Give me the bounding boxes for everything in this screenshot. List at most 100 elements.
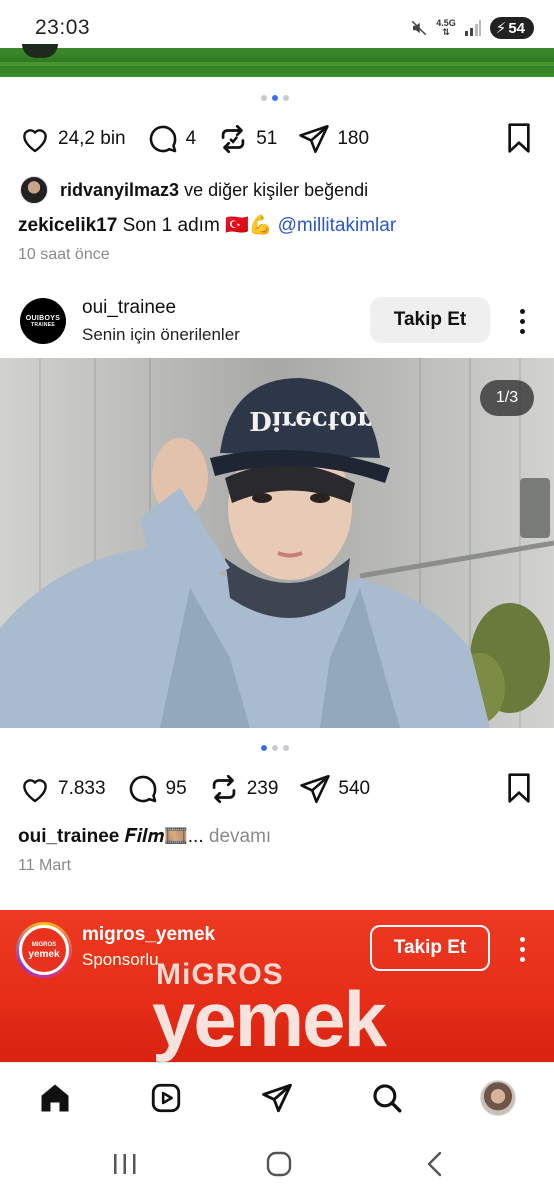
post2-save-button[interactable] [505,772,533,809]
post2-caption-more[interactable]: devamı [209,826,271,847]
post2-caption-user[interactable]: oui_trainee [18,826,119,847]
post2-caption: oui_trainee 𝑭𝒊𝒍𝒎🎞️... devamı [18,824,271,848]
post1-action-row: 24,2 bin 4 51 180 [18,119,389,159]
battery-indicator: ⚡ 54 [489,17,534,39]
post1-caption: zekicelik17 Son 1 adım 🇹🇷💪 @millitakimla… [18,213,396,237]
charging-icon: ⚡ [495,20,507,37]
sponsored-label: Sponsorlu [82,950,159,969]
nav-search-button[interactable] [367,1078,407,1118]
post1-caption-text: Son 1 adım 🇹🇷💪 [122,215,273,236]
sponsored-avatar-logo: MIGROS yemek [19,925,69,975]
post1-like-count: 24,2 bin [58,128,126,149]
post1-repost-button[interactable]: 51 [216,122,277,156]
heart-icon [23,779,47,803]
back-system-button[interactable] [420,1150,450,1183]
carousel-dot [283,95,289,101]
send-icon [262,1083,292,1113]
data-arrows-icon: ⇅ [442,27,450,37]
nav-home-button[interactable] [35,1078,75,1118]
carousel-dot [272,745,278,751]
status-time: 23:03 [35,16,91,39]
sponsored-avatar[interactable]: MIGROS yemek [16,922,72,978]
carousel-dot [283,745,289,751]
post2-caption-text: 𝑭𝒊𝒍𝒎🎞️... [124,826,204,847]
post2-avatar[interactable]: OUIBOYS TRAINEE [20,298,66,344]
reels-icon [151,1083,181,1113]
carousel-dot-active [272,95,278,101]
photo-counter: 1/3 [480,380,534,416]
grass-stripe [0,62,554,66]
sponsored-follow-button[interactable]: Takip Et [370,925,490,971]
post2-subtitle: Senin için önerilenler [82,325,240,344]
post2-photo-illustration: Director [0,358,554,728]
more-dot [519,309,525,314]
network-label: 4.5G ⇅ [436,18,456,37]
battery-level: 54 [508,19,525,37]
sponsored-brand-big: yemek [152,975,387,1063]
liked-by-text: ve diğer kişiler beğendi [184,179,369,200]
recent-apps-button[interactable] [110,1150,140,1183]
post2-comment-button[interactable]: 95 [126,772,187,806]
post2-avatar-subtext: TRAINEE [30,321,56,328]
search-icon [373,1084,402,1113]
repost-icon [212,774,235,804]
post1-repost-count: 51 [256,128,278,149]
back-icon [427,1151,442,1177]
more-dot [519,937,525,942]
profile-icon [480,1080,516,1116]
liker-avatar [20,176,48,204]
post1-timestamp: 10 saat önce [18,246,110,263]
bookmark-icon [508,773,530,803]
post2-repost-button[interactable]: 239 [207,772,279,806]
post2-share-count: 540 [338,778,371,799]
heart-icon [23,129,47,153]
post2-more-button[interactable] [512,309,532,334]
sponsored-username[interactable]: migros_yemek [82,924,215,946]
post1-liked-by[interactable]: ridvanyilmaz3 ve diğer kişiler beğendi [20,176,368,204]
status-bar: 23:03 4.5G ⇅ ⚡ 54 [0,0,554,48]
status-icons: 4.5G ⇅ ⚡ 54 [410,14,534,42]
send-icon [300,774,331,804]
sponsored-more-button[interactable] [512,937,532,962]
post1-share-count: 180 [337,128,370,149]
carousel-dot-active [261,745,267,751]
nav-reels-button[interactable] [146,1078,186,1118]
more-dot [519,319,525,324]
post1-comment-count: 4 [185,128,197,149]
comment-icon [129,775,156,803]
more-dot [519,957,525,962]
post1-like-button[interactable]: 24,2 bin [18,123,126,155]
nav-messages-button[interactable] [257,1078,297,1118]
post1-share-button[interactable]: 180 [297,122,369,156]
send-icon [299,124,330,154]
home-system-button[interactable] [264,1150,294,1183]
more-dot [519,329,525,334]
more-dot [519,947,525,952]
post1-save-button[interactable] [505,122,533,159]
home-circle-icon [266,1151,292,1177]
post1-comment-button[interactable]: 4 [146,122,197,156]
post2-comment-count: 95 [165,778,187,799]
liker-username[interactable]: ridvanyilmaz3 [60,180,179,200]
signal-icon [464,20,481,36]
comment-icon [149,125,176,153]
post1-caption-mention[interactable]: @millitakimlar [278,215,397,236]
post2-like-button[interactable]: 7.833 [18,773,106,805]
post2-like-count: 7.833 [58,778,106,799]
post2-carousel-dots [261,745,289,751]
post2-follow-button[interactable]: Takip Et [370,297,490,343]
post1-caption-user[interactable]: zekicelik17 [18,215,117,236]
post2-share-button[interactable]: 540 [298,772,370,806]
bookmark-icon [508,123,530,153]
svg-text:Director: Director [249,405,371,435]
carousel-dot [261,95,267,101]
mute-icon [411,20,427,36]
sponsored-avatar-line2: yemek [28,949,60,960]
nav-profile-button[interactable] [478,1078,518,1118]
post2-action-row: 7.833 95 239 540 [18,769,390,809]
post2-photo[interactable]: Director [0,358,554,728]
home-icon [41,1084,69,1112]
post2-repost-count: 239 [246,778,279,799]
repost-icon [221,124,245,154]
post2-username[interactable]: oui_trainee [82,297,176,319]
